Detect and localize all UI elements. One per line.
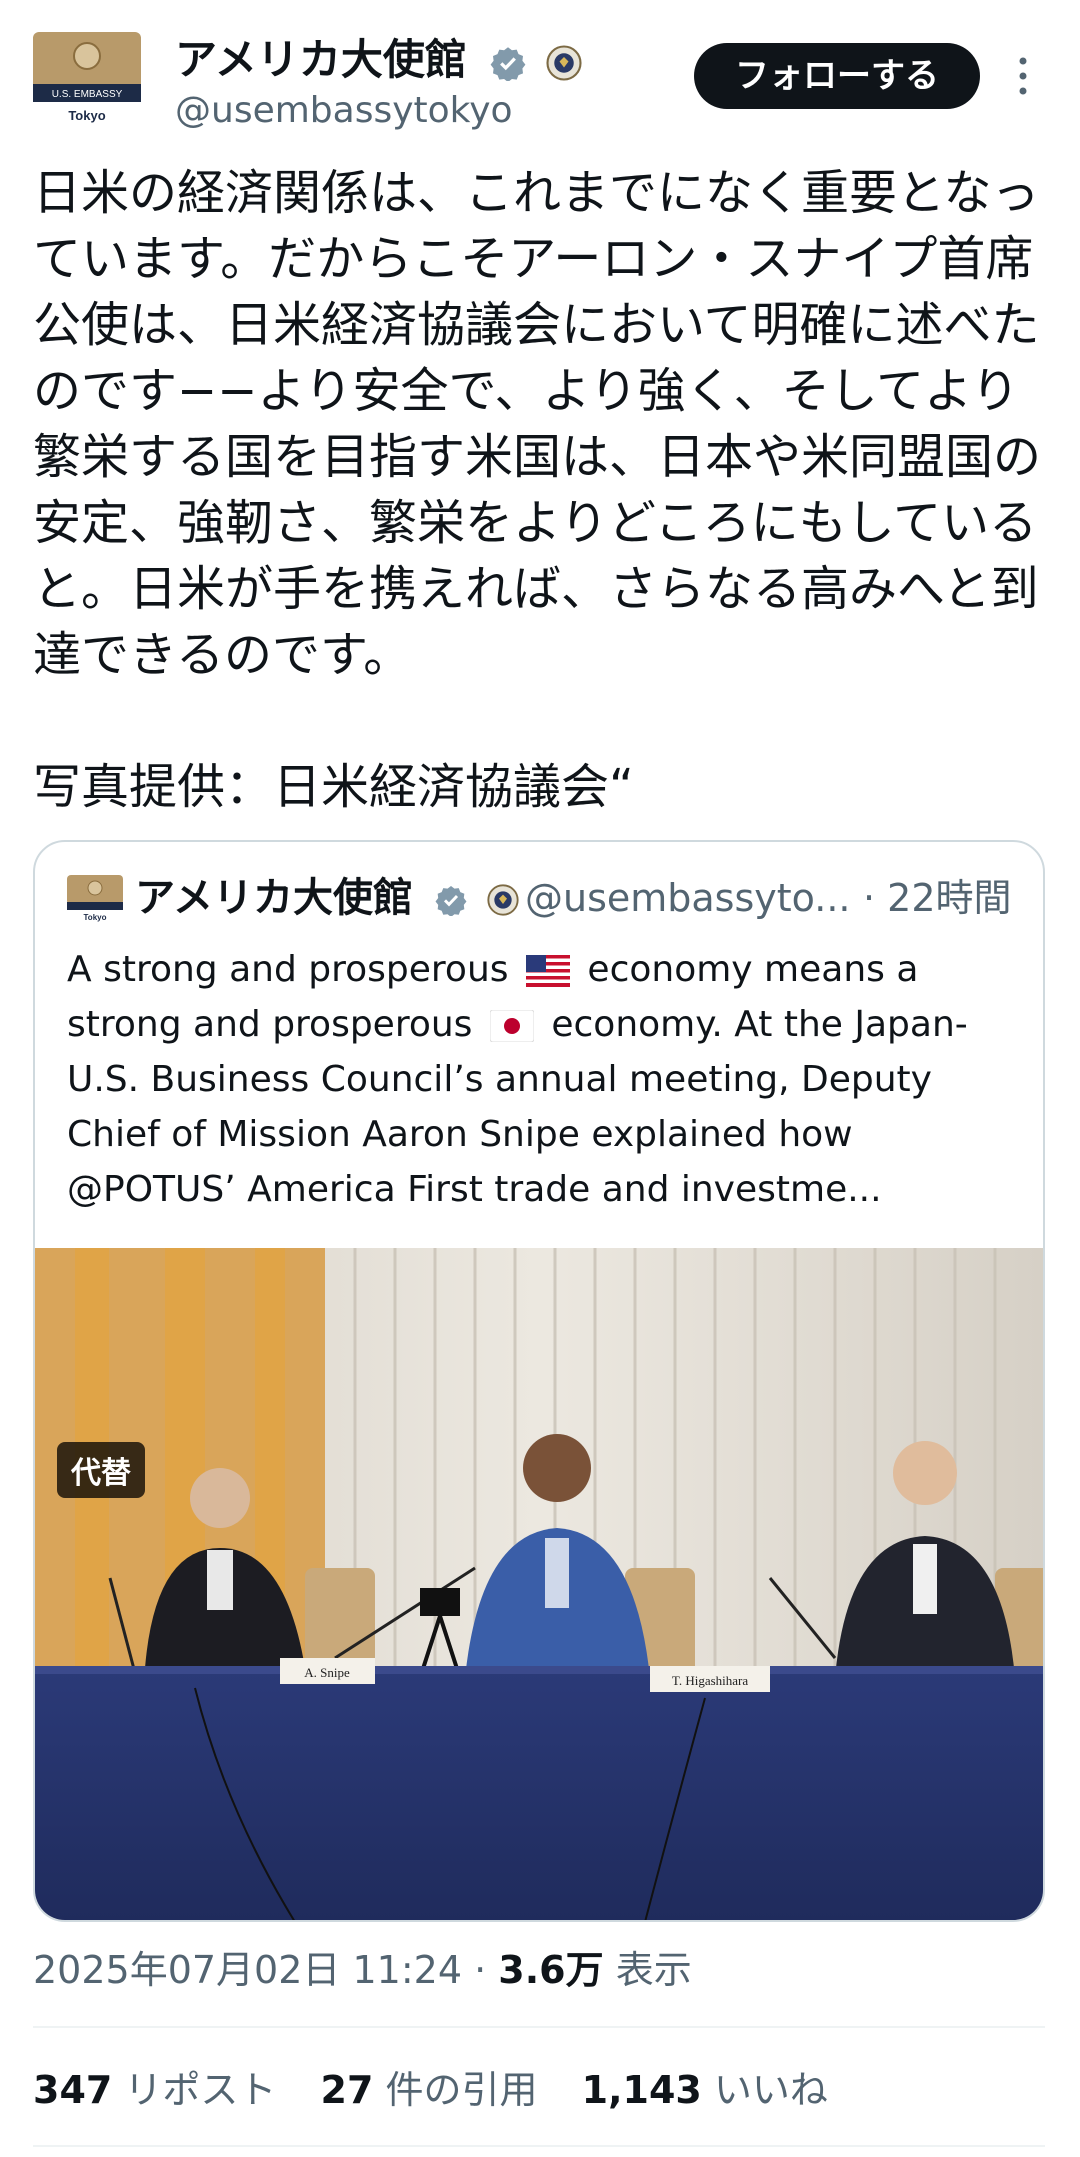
likes-stat[interactable]: 1,143 いいね <box>582 2068 828 2112</box>
quoted-display-name-text[interactable]: アメリカ大使館 <box>135 875 413 921</box>
follow-button[interactable]: フォローする <box>694 43 980 109</box>
reposts-label: リポスト <box>124 2068 277 2112</box>
quoted-display-name[interactable]: アメリカ大使館 <box>135 870 519 926</box>
meta-separator: · <box>474 1948 487 1992</box>
divider-bottom <box>33 2145 1045 2147</box>
government-seal-icon <box>546 44 582 81</box>
engagement-stats: 347 リポスト 27 件の引用 1,143 いいね <box>33 2065 860 2115</box>
quoted-handle[interactable]: @usembassyto... <box>525 870 851 926</box>
tweet-meta: 2025年07月02日 11:24 · 3.6万 表示 <box>33 1945 692 1995</box>
alt-text-badge[interactable]: 代替 <box>57 1442 145 1498</box>
divider-top <box>33 2026 1045 2028</box>
quoted-verified-badge-icon <box>435 886 467 916</box>
reposts-stat[interactable]: 347 リポスト <box>33 2068 276 2112</box>
quotes-stat[interactable]: 27 件の引用 <box>321 2068 538 2112</box>
nameplate-snipe: A. Snipe <box>304 1665 350 1680</box>
account-display-name[interactable]: アメリカ大使館 <box>175 32 582 88</box>
display-name-text[interactable]: アメリカ大使館 <box>175 35 467 84</box>
japan-flag-icon <box>489 1010 534 1042</box>
quoted-account-avatar[interactable]: Tokyo <box>67 875 123 923</box>
quoted-government-seal-icon <box>487 884 519 916</box>
view-count: 3.6万 <box>498 1948 604 1992</box>
likes-count: 1,143 <box>581 2068 702 2112</box>
account-handle[interactable]: @usembassytokyo <box>175 88 513 134</box>
account-avatar[interactable]: U.S. EMBASSY Tokyo <box>33 32 141 128</box>
tweet-timestamp[interactable]: 2025年07月02日 11:24 <box>33 1948 462 1992</box>
quotes-count: 27 <box>320 2068 374 2112</box>
more-options-icon[interactable] <box>1010 53 1036 99</box>
quoted-time[interactable]: · 22時間 <box>863 870 1012 926</box>
likes-label: いいね <box>713 2068 828 2112</box>
verified-badge-icon <box>490 46 525 81</box>
reposts-count: 347 <box>33 2068 113 2112</box>
quoted-avatar-label: Tokyo <box>84 913 107 922</box>
nameplate-higashihara: T. Higashihara <box>672 1673 749 1688</box>
quotes-label: 件の引用 <box>385 2068 538 2112</box>
avatar-label-bottom: Tokyo <box>68 108 105 123</box>
us-flag-icon <box>525 955 570 987</box>
view-label: 表示 <box>615 1948 692 1992</box>
quoted-tweet-photo[interactable]: A. Snipe T. Higashihara <box>35 1248 1043 1920</box>
quoted-tweet-card[interactable]: Tokyo アメリカ大使館 @usembassyto... · 22時間 A s… <box>33 840 1045 1922</box>
quoted-tweet-text: A strong and prosperous economy means a … <box>67 942 1017 1217</box>
avatar-label-top: U.S. EMBASSY <box>52 89 123 100</box>
tweet-text: 日米の経済関係は、これまでになく重要となっています。だからこそアーロン・スナイプ… <box>33 165 1042 815</box>
quoted-text-part-1: A strong and prosperous <box>67 949 509 990</box>
